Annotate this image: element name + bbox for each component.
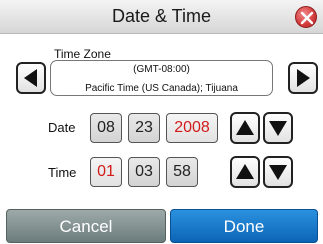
close-icon: [300, 11, 314, 25]
time-decrement-button[interactable]: [263, 156, 293, 188]
timezone-prev-button[interactable]: [16, 62, 46, 94]
date-decrement-button[interactable]: [263, 112, 293, 144]
time-second-field[interactable]: 58: [166, 157, 198, 187]
date-increment-button[interactable]: [230, 112, 260, 144]
dialog-title: Date & Time: [111, 6, 212, 26]
arrow-up-icon: [236, 120, 254, 135]
timezone-display[interactable]: (GMT-08:00) Pacific Time (US Canada); Ti…: [50, 60, 273, 96]
time-label: Time: [48, 165, 77, 180]
date-day-field[interactable]: 23: [128, 113, 160, 143]
arrow-right-icon: [297, 69, 310, 87]
time-hour-field[interactable]: 01: [90, 157, 122, 187]
time-increment-button[interactable]: [230, 156, 260, 188]
date-month-field[interactable]: 08: [90, 113, 122, 143]
date-year-field[interactable]: 2008: [166, 113, 218, 143]
timezone-next-button[interactable]: [288, 62, 318, 94]
timezone-label: Time Zone: [54, 47, 111, 61]
timezone-name: Pacific Time (US Canada); Tijuana: [85, 83, 238, 94]
arrow-down-icon: [269, 121, 287, 136]
done-button[interactable]: Done: [170, 209, 318, 243]
arrow-up-icon: [236, 164, 254, 179]
arrow-left-icon: [24, 69, 37, 87]
arrow-down-icon: [269, 165, 287, 180]
title-bar: Date & Time: [0, 0, 323, 34]
cancel-button[interactable]: Cancel: [6, 209, 166, 243]
close-button[interactable]: [295, 6, 317, 28]
time-minute-field[interactable]: 03: [128, 157, 160, 187]
timezone-offset: (GMT-08:00): [133, 64, 190, 75]
date-label: Date: [48, 120, 76, 135]
